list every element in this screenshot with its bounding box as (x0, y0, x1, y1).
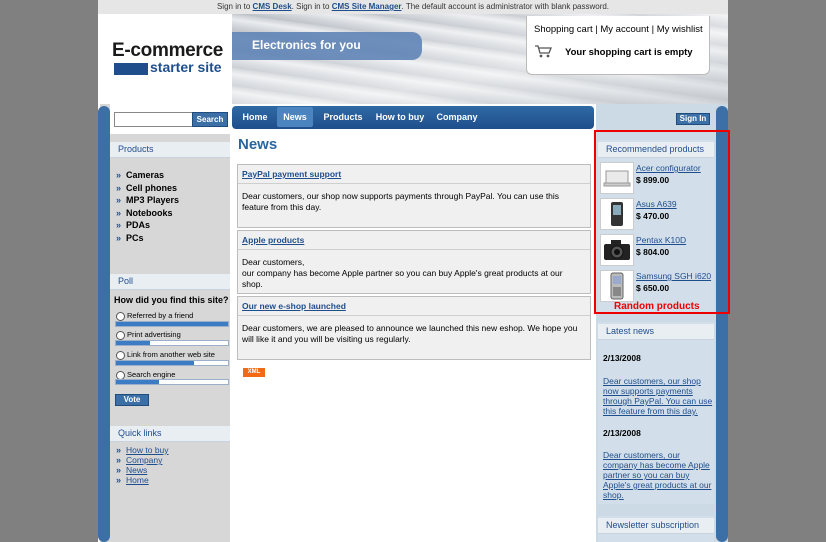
news-item: Apple products Dear customers, our compa… (237, 230, 591, 294)
category-item[interactable]: » Cameras (116, 170, 179, 183)
shopping-cart-link[interactable]: Shopping cart (534, 24, 593, 35)
double-chevron-icon: » (116, 195, 122, 205)
latest-news-link[interactable]: Dear customers, our shop now supports pa… (603, 376, 713, 416)
cart-icon[interactable] (534, 44, 552, 58)
radio-button[interactable] (116, 350, 125, 360)
rss-xml-icon[interactable]: XML (243, 368, 265, 377)
notice-text: . The default account is administrator w… (401, 2, 610, 11)
radio-button[interactable] (116, 311, 125, 321)
double-chevron-icon: » (116, 445, 122, 455)
account-links: Shopping cart | My account | My wishlist (534, 24, 703, 35)
poll-option[interactable]: Link from another web site (116, 350, 215, 360)
cms-site-manager-link[interactable]: CMS Site Manager (332, 2, 402, 11)
double-chevron-icon: » (116, 207, 122, 218)
sign-in-button[interactable]: Sign In (676, 113, 710, 125)
left-stripe (98, 106, 110, 542)
radio-button[interactable] (116, 330, 125, 340)
news-body: Dear customers, our shop now supports pa… (242, 191, 560, 212)
left-empty-panel (110, 496, 230, 542)
category-item[interactable]: » PDAs (116, 220, 179, 233)
products-panel: Products » Cameras » Cell phones » MP3 Play… (110, 140, 230, 260)
logo-bar (114, 63, 148, 75)
news-item: PayPal payment support Dear customers, o… (237, 164, 591, 228)
news-title-link[interactable]: Apple products (242, 235, 304, 245)
logo-subtitle: starter site (150, 59, 222, 75)
notice-text: . Sign in to (291, 2, 330, 11)
poll-question: How did you find this site? (114, 295, 229, 305)
double-chevron-icon: » (116, 170, 122, 180)
quick-links-title: Quick links (110, 426, 230, 442)
quick-links-list: » How to buy » Company » News » Home (116, 445, 169, 485)
my-wishlist-link[interactable]: My wishlist (657, 24, 703, 35)
double-chevron-icon: » (116, 182, 122, 193)
news-item: Our new e-shop launched Dear customers, … (237, 296, 591, 360)
newsletter-panel: Newsletter subscription (598, 516, 714, 542)
site-logo[interactable]: E-commerce starter site (100, 14, 232, 104)
random-products-highlight (594, 130, 730, 314)
quick-link[interactable]: » How to buy (116, 445, 169, 455)
nav-company[interactable]: Company (434, 107, 480, 127)
search-input[interactable] (114, 112, 196, 127)
double-chevron-icon: » (116, 475, 122, 485)
page-title: News (238, 136, 278, 153)
category-item[interactable]: » PCs (116, 233, 179, 246)
poll-result-bar (115, 379, 229, 385)
category-item[interactable]: » MP3 Players (116, 195, 179, 208)
category-item[interactable]: » Notebooks (116, 208, 179, 221)
double-chevron-icon: » (116, 232, 122, 243)
admin-notice: Sign in to CMS Desk. Sign in to CMS Site… (98, 0, 728, 14)
quick-link[interactable]: » Home (116, 475, 169, 485)
news-title-link[interactable]: PayPal payment support (242, 169, 341, 179)
latest-news-link[interactable]: Dear customers, our company has become A… (603, 450, 713, 500)
product-category-list: » Cameras » Cell phones » MP3 Players » Note… (116, 170, 179, 245)
news-body: Dear customers, (242, 257, 305, 267)
newsletter-title: Newsletter subscription (598, 518, 714, 534)
latest-news-title: Latest news (598, 324, 714, 340)
random-products-label: Random products (614, 301, 700, 312)
news-title-link[interactable]: Our new e-shop launched (242, 301, 346, 311)
category-item[interactable]: » Cell phones (116, 183, 179, 196)
vote-button[interactable]: Vote (115, 394, 149, 406)
my-account-link[interactable]: My account (600, 24, 649, 35)
poll-result-bar (115, 360, 229, 366)
search-button[interactable]: Search (192, 112, 228, 127)
news-date: 2/13/2008 (603, 353, 641, 363)
cart-status: Your shopping cart is empty (565, 47, 693, 58)
nav-home[interactable]: Home (238, 107, 272, 127)
news-body: our company has become Apple partner so … (242, 268, 563, 289)
news-date: 2/13/2008 (603, 428, 641, 438)
quick-link[interactable]: » Company (116, 455, 169, 465)
poll-option[interactable]: Print advertising (116, 330, 181, 340)
nav-how-to-buy[interactable]: How to buy (374, 107, 426, 127)
poll-result-bar (115, 340, 229, 346)
notice-text: Sign in to (216, 2, 251, 11)
nav-news[interactable]: News (277, 107, 313, 127)
double-chevron-icon: » (116, 220, 122, 230)
poll-option[interactable]: Referred by a friend (116, 311, 193, 321)
products-panel-title: Products (110, 142, 230, 158)
slogan: Electronics for you (252, 38, 361, 52)
double-chevron-icon: » (116, 465, 122, 475)
quick-link[interactable]: » News (116, 465, 169, 475)
nav-products[interactable]: Products (320, 107, 366, 127)
poll-panel-title: Poll (110, 274, 230, 290)
cms-desk-link[interactable]: CMS Desk (253, 2, 292, 11)
double-chevron-icon: » (116, 455, 122, 465)
poll-result-bar (115, 321, 229, 327)
news-body: Dear customers, we are pleased to announ… (242, 323, 578, 344)
